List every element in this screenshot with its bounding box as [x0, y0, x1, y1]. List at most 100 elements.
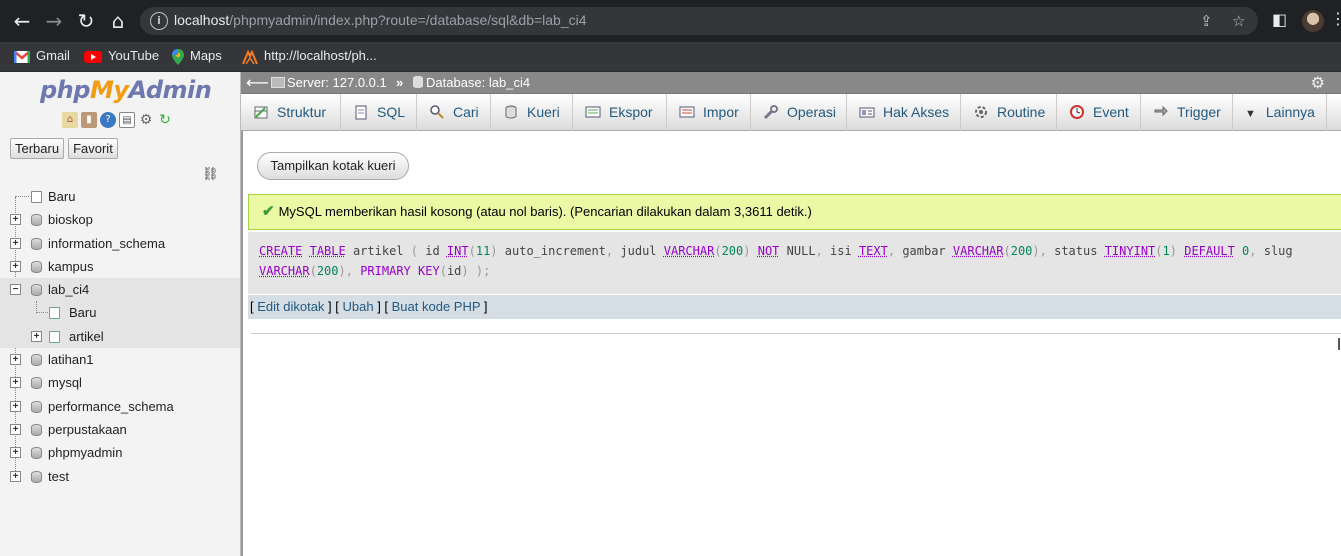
- tree-item-new[interactable]: Baru: [0, 185, 240, 208]
- bookmark-youtube[interactable]: YouTube: [84, 48, 159, 63]
- search-icon: [429, 104, 445, 120]
- database-icon: [31, 424, 42, 436]
- tree-item-lab-ci4[interactable]: − lab_ci4: [0, 278, 240, 301]
- tab-impor[interactable]: Impor: [667, 94, 751, 131]
- structure-icon: [253, 104, 269, 120]
- trigger-icon: [1153, 104, 1169, 120]
- bookmark-star-icon[interactable]: ☆: [1232, 12, 1245, 30]
- phpmyadmin-logo[interactable]: phpMyAdmin: [40, 76, 211, 104]
- bookmark-localhost[interactable]: http://localhost/ph...: [242, 48, 377, 64]
- expand-icon[interactable]: +: [10, 401, 21, 412]
- expand-icon[interactable]: +: [10, 447, 21, 458]
- share-icon[interactable]: ⇪: [1200, 12, 1213, 30]
- favorites-button[interactable]: Favorit: [68, 138, 118, 159]
- tab-sql[interactable]: SQL: [341, 94, 417, 131]
- tab-operasi[interactable]: Operasi: [751, 94, 847, 131]
- database-icon: [31, 284, 42, 296]
- tab-lainnya[interactable]: ▼ Lainnya: [1233, 94, 1327, 131]
- breadcrumb: ⟵ Server: 127.0.0.1 » Database: lab_ci4 …: [241, 72, 1341, 94]
- check-icon: ✔: [262, 203, 275, 220]
- tab-event[interactable]: Event: [1057, 94, 1141, 131]
- database-icon: [31, 261, 42, 273]
- tree-item-phpmyadmin[interactable]: + phpmyadmin: [0, 441, 240, 464]
- url-text[interactable]: localhost/phpmyadmin/index.php?route=/da…: [174, 12, 587, 28]
- expand-icon[interactable]: +: [10, 261, 21, 272]
- bookmark-maps[interactable]: Maps: [172, 48, 222, 65]
- create-php-code-link[interactable]: Buat kode PHP: [392, 299, 481, 314]
- tab-kueri[interactable]: Kueri: [491, 94, 573, 131]
- docs-icon[interactable]: ▤: [119, 112, 135, 128]
- logout-icon[interactable]: ▮: [81, 112, 97, 128]
- menu-icon[interactable]: ⋮: [1330, 9, 1341, 28]
- database-icon: [31, 354, 42, 366]
- expand-icon[interactable]: +: [31, 331, 42, 342]
- tree-item-kampus[interactable]: + kampus: [0, 255, 240, 278]
- collapse-icon[interactable]: −: [10, 284, 21, 295]
- bookmark-gmail[interactable]: Gmail: [14, 48, 70, 63]
- settings-icon[interactable]: ⚙: [1311, 73, 1325, 92]
- tree-item-mysql[interactable]: + mysql: [0, 371, 240, 394]
- database-icon: [413, 76, 423, 88]
- back-icon[interactable]: ←: [10, 9, 34, 33]
- server-icon: [271, 77, 285, 88]
- database-icon: [31, 447, 42, 459]
- scrollbar[interactable]: [1338, 338, 1340, 350]
- home-icon[interactable]: ⌂: [106, 9, 130, 33]
- tab-trigger[interactable]: Trigger: [1141, 94, 1233, 131]
- collapse-panel-icon[interactable]: ⟵: [246, 72, 269, 94]
- sidepanel-icon[interactable]: ◧: [1272, 10, 1287, 29]
- home-icon[interactable]: ⌂: [62, 112, 78, 128]
- expand-icon[interactable]: +: [10, 424, 21, 435]
- tab-struktur[interactable]: Struktur: [241, 94, 341, 131]
- gmail-icon: [14, 51, 30, 63]
- breadcrumb-server[interactable]: Server: 127.0.0.1: [271, 75, 387, 90]
- help-icon[interactable]: ?: [100, 112, 116, 128]
- success-message: ✔ MySQL memberikan hasil kosong (atau nol…: [248, 194, 1341, 230]
- sql-icon: [353, 104, 369, 120]
- tree-item-perpustakaan[interactable]: + perpustakaan: [0, 418, 240, 441]
- database-icon: [31, 238, 42, 250]
- breadcrumb-separator: »: [396, 75, 403, 90]
- database-tree: Baru + bioskop + information_schema + kampu…: [0, 185, 240, 488]
- address-bar[interactable]: i localhost/phpmyadmin/index.php?route=/…: [140, 7, 1258, 35]
- tree-item-test[interactable]: + test: [0, 465, 240, 488]
- breadcrumb-database[interactable]: Database: lab_ci4: [413, 75, 530, 90]
- link-with-main-icon[interactable]: ⛓: [202, 167, 219, 182]
- tab-cari[interactable]: Cari: [417, 94, 491, 131]
- routine-icon: [973, 104, 989, 120]
- tab-ekspor[interactable]: Ekspor: [573, 94, 667, 131]
- database-icon: [31, 377, 42, 389]
- site-info-icon[interactable]: i: [150, 12, 168, 30]
- tree-item-performance-schema[interactable]: + performance_schema: [0, 395, 240, 418]
- table-icon: [49, 331, 60, 343]
- tab-routine[interactable]: Routine: [961, 94, 1057, 131]
- expand-icon[interactable]: +: [10, 354, 21, 365]
- chevron-down-icon: ▼: [1245, 108, 1256, 120]
- bookmarks-bar: Gmail YouTube Maps http://localhost/ph..…: [0, 42, 1341, 72]
- tab-hak-akses[interactable]: Hak Akses: [847, 94, 961, 131]
- maps-icon: [172, 49, 184, 65]
- query-actions: [ Edit dikotak ] [ Ubah ] [ Buat kode PH…: [248, 295, 1341, 319]
- expand-icon[interactable]: +: [10, 214, 21, 225]
- database-icon: [31, 214, 42, 226]
- youtube-icon: [84, 51, 102, 63]
- expand-icon[interactable]: +: [10, 471, 21, 482]
- show-query-box-button[interactable]: Tampilkan kotak kueri: [257, 152, 409, 180]
- database-icon: [31, 401, 42, 413]
- edit-link[interactable]: Ubah: [343, 299, 374, 314]
- tree-item-artikel[interactable]: + artikel: [0, 325, 240, 348]
- privileges-icon: [859, 104, 875, 120]
- forward-icon[interactable]: →: [42, 9, 66, 33]
- tree-item-bioskop[interactable]: + bioskop: [0, 208, 240, 231]
- recent-button[interactable]: Terbaru: [10, 138, 64, 159]
- reload-icon[interactable]: ↻: [74, 9, 98, 33]
- profile-avatar[interactable]: [1302, 10, 1324, 32]
- edit-inline-link[interactable]: Edit dikotak: [257, 299, 324, 314]
- tree-item-new-table[interactable]: Baru: [0, 301, 240, 324]
- tree-item-latihan1[interactable]: + latihan1: [0, 348, 240, 371]
- tree-item-information-schema[interactable]: + information_schema: [0, 232, 240, 255]
- expand-icon[interactable]: +: [10, 238, 21, 249]
- settings-icon[interactable]: ⚙: [138, 112, 154, 128]
- refresh-icon[interactable]: ↻: [157, 112, 173, 128]
- expand-icon[interactable]: +: [10, 377, 21, 388]
